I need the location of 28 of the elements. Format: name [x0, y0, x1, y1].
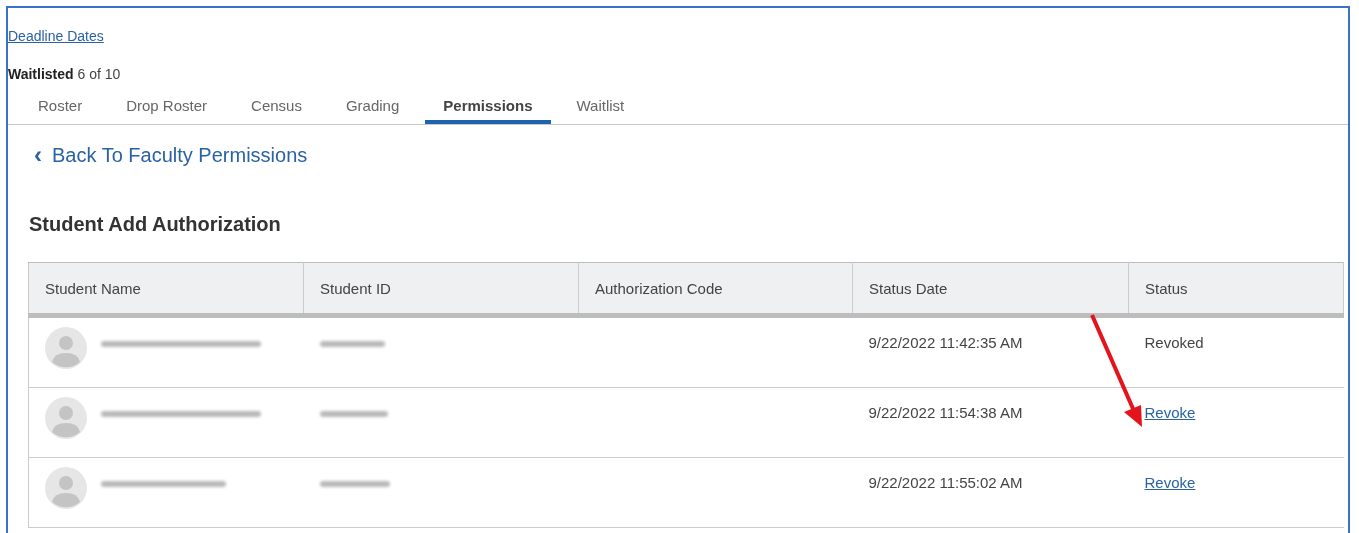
- status-date: 9/22/2022 11:42:35 AM: [868, 334, 1023, 351]
- back-link[interactable]: ‹ Back To Faculty Permissions: [34, 143, 308, 167]
- waitlist-count: Waitlisted 6 of 10: [8, 66, 122, 82]
- avatar-icon: [45, 467, 87, 509]
- chevron-left-icon: ‹: [34, 143, 42, 167]
- redacted-text: [319, 481, 390, 487]
- column-header: Status Date: [852, 262, 1129, 316]
- tab[interactable]: Permissions: [425, 91, 551, 124]
- section-heading: Student Add Authorization: [29, 213, 282, 236]
- deadline-dates-link[interactable]: Deadline Dates: [8, 28, 104, 44]
- revoke-link[interactable]: Revoke: [1144, 404, 1196, 421]
- redacted-text: [319, 341, 385, 347]
- avatar-icon: [45, 397, 87, 439]
- redacted-text: [319, 411, 388, 417]
- column-header: Student Name: [28, 262, 304, 316]
- tab[interactable]: Drop Roster: [108, 91, 226, 124]
- column-header: Authorization Code: [578, 262, 853, 316]
- tab[interactable]: Waitlist: [558, 91, 643, 124]
- column-header: Status: [1128, 262, 1344, 316]
- status-date: 9/22/2022 11:55:02 AM: [868, 474, 1023, 491]
- tab[interactable]: Census: [233, 91, 320, 124]
- status-date: 9/22/2022 11:54:38 AM: [868, 404, 1023, 421]
- tab[interactable]: Roster: [20, 91, 101, 124]
- column-header: Student ID: [303, 262, 579, 316]
- avatar-icon: [45, 327, 87, 369]
- tab[interactable]: Grading: [327, 91, 418, 124]
- revoke-link[interactable]: Revoke: [1144, 474, 1196, 491]
- status-text: Revoked: [1144, 334, 1204, 351]
